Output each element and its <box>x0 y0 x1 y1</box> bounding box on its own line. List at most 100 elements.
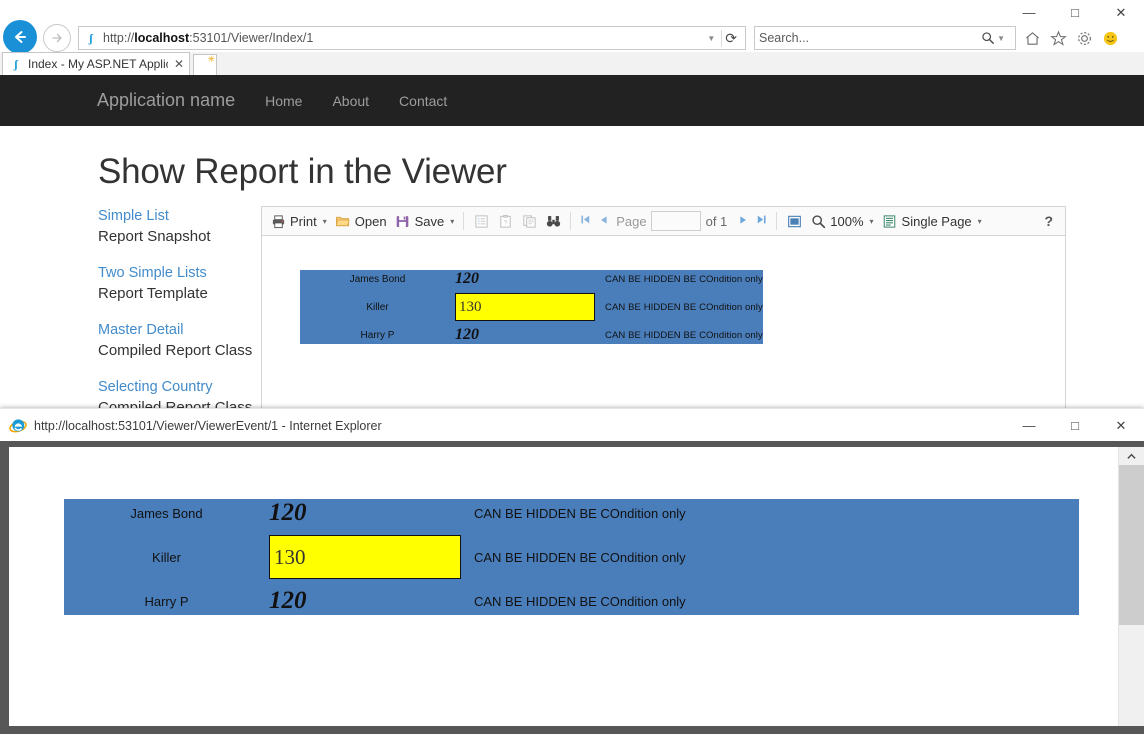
save-button[interactable]: Save ▾ <box>391 210 459 232</box>
first-page-button[interactable] <box>576 213 595 229</box>
sidebar-sub-master-detail: Compiled Report Class <box>98 342 253 359</box>
report-cell-note: CAN BE HIDDEN BE COndition only <box>605 329 763 341</box>
scroll-up-button[interactable] <box>1119 447 1144 465</box>
popup-close-button[interactable]: ✕ <box>1098 409 1144 442</box>
minimize-button[interactable]: — <box>1006 0 1052 24</box>
print-button[interactable]: Print ▾ <box>266 210 331 232</box>
document-map-icon <box>473 213 489 229</box>
report-cell-name: Harry P <box>360 329 395 341</box>
single-page-icon <box>882 213 898 229</box>
forward-button[interactable] <box>43 24 71 52</box>
new-tab-button[interactable] <box>193 54 218 75</box>
search-input[interactable]: Search... <box>759 31 981 45</box>
browser-tab-strip: ʃ Index - My ASP.NET Applic... ✕ <box>0 52 1144 76</box>
report-canvas: James Bond 120 CAN BE HIDDEN BE COnditio… <box>261 236 1066 416</box>
report-cell-note: CAN BE HIDDEN BE COndition only <box>605 273 763 285</box>
report-cell-value-highlighted: 130 <box>455 288 605 326</box>
view-mode-dropdown-icon[interactable]: ▾ <box>978 217 982 226</box>
gear-icon[interactable] <box>1075 29 1094 48</box>
refresh-report-button[interactable] <box>517 210 541 232</box>
report-cell-value-highlighted: 130 <box>269 527 474 587</box>
tab-close-icon[interactable]: ✕ <box>174 57 184 71</box>
table-row: Harry P 120 CAN BE HIDDEN BE COndition o… <box>300 326 763 344</box>
tab-logo-glyph: ʃ <box>9 57 23 71</box>
smiley-icon[interactable] <box>1101 29 1120 48</box>
popup-window-frame: James Bond 120 CAN BE HIDDEN BE COnditio… <box>0 441 1144 734</box>
address-favicon-icon: ʃ <box>83 30 99 46</box>
search-icon[interactable] <box>981 31 995 45</box>
popup-report-content: James Bond 120 CAN BE HIDDEN BE COnditio… <box>9 447 1144 615</box>
report-cell-note: CAN BE HIDDEN BE COndition only <box>605 301 763 313</box>
zoom-level-label: 100% <box>830 213 864 229</box>
sidebar-link-master-detail[interactable]: Master Detail <box>98 320 261 340</box>
sidebar: Simple List Report Snapshot Two Simple L… <box>98 206 261 434</box>
toolbar-divider <box>463 212 465 230</box>
parameters-button[interactable]: ? <box>493 210 517 232</box>
nav-link-contact[interactable]: Contact <box>399 93 447 109</box>
address-bar[interactable]: ʃ http://localhost:53101/Viewer/Index/1 … <box>78 26 746 50</box>
browser-command-bar <box>1023 29 1120 48</box>
report-cell-note: CAN BE HIDDEN BE COndition only <box>474 505 686 521</box>
sidebar-link-simple-list[interactable]: Simple List <box>98 206 261 226</box>
refresh-copy-icon <box>521 213 537 229</box>
browser-address-row: ʃ http://localhost:53101/Viewer/Index/1 … <box>0 20 1144 54</box>
popup-minimize-button[interactable]: — <box>1006 409 1052 442</box>
window-controls: — □ ✕ <box>1006 0 1144 24</box>
zoom-button[interactable]: 100% ▾ <box>806 210 877 232</box>
home-icon[interactable] <box>1023 29 1042 48</box>
popup-maximize-button[interactable]: □ <box>1052 409 1098 442</box>
help-button[interactable]: ? <box>1044 213 1061 229</box>
navbar-brand[interactable]: Application name <box>97 90 235 111</box>
floppy-disk-icon <box>395 213 411 229</box>
back-button[interactable] <box>3 20 37 54</box>
save-label: Save <box>414 213 445 229</box>
nav-link-home[interactable]: Home <box>265 93 302 109</box>
nav-link-about[interactable]: About <box>332 93 369 109</box>
zoom-dropdown-icon[interactable]: ▾ <box>870 217 874 226</box>
previous-page-button[interactable] <box>595 214 613 229</box>
next-page-button[interactable] <box>734 214 752 229</box>
report-cell-value: 120 <box>455 270 479 287</box>
popup-title-bar[interactable]: http://localhost:53101/Viewer/ViewerEven… <box>0 408 1144 442</box>
view-mode-button[interactable]: Single Page ▾ <box>878 210 986 232</box>
print-dropdown-icon[interactable]: ▾ <box>323 217 327 226</box>
report-cell-note: CAN BE HIDDEN BE COndition only <box>474 549 686 565</box>
last-page-button[interactable] <box>752 213 771 229</box>
find-button[interactable] <box>541 210 565 232</box>
url-path: :53101/Viewer/Index/1 <box>189 31 314 45</box>
popup-vertical-scrollbar[interactable] <box>1118 447 1144 726</box>
svg-text:?: ? <box>503 219 507 226</box>
tab-title: Index - My ASP.NET Applic... <box>28 57 168 71</box>
open-button[interactable]: Open <box>331 210 391 232</box>
highlighted-value: 130 <box>269 535 461 579</box>
search-bar[interactable]: Search... ▼ <box>754 26 1016 50</box>
save-dropdown-icon[interactable]: ▾ <box>450 217 454 226</box>
sidebar-sub-simple-list: Report Snapshot <box>98 228 211 245</box>
printer-icon <box>270 213 286 229</box>
browser-tab[interactable]: ʃ Index - My ASP.NET Applic... ✕ <box>2 52 191 75</box>
parameters-icon: ? <box>497 213 513 229</box>
search-dropdown-icon[interactable]: ▼ <box>995 34 1011 43</box>
report-cell-name: Harry P <box>144 593 189 609</box>
report-cell-name: James Bond <box>130 505 203 521</box>
table-row: James Bond 120 CAN BE HIDDEN BE COnditio… <box>300 270 763 288</box>
page-number-input[interactable] <box>650 211 701 231</box>
favorites-icon[interactable] <box>1049 29 1068 48</box>
address-url-text: http://localhost:53101/Viewer/Index/1 <box>103 31 705 45</box>
popup-document-area: James Bond 120 CAN BE HIDDEN BE COnditio… <box>9 447 1144 726</box>
sidebar-sub-two-simple-lists: Report Template <box>98 285 208 302</box>
maximize-button[interactable]: □ <box>1052 0 1098 24</box>
highlighted-value: 130 <box>455 293 595 321</box>
sidebar-link-two-simple-lists[interactable]: Two Simple Lists <box>98 263 261 283</box>
document-map-button[interactable] <box>469 210 493 232</box>
page-view-button[interactable] <box>782 210 806 232</box>
toolbar-divider-3 <box>776 212 778 230</box>
report-cell-value: 120 <box>455 326 479 343</box>
sidebar-link-selecting-country[interactable]: Selecting Country <box>98 377 261 397</box>
report-cell-name: James Bond <box>349 273 406 285</box>
close-button[interactable]: ✕ <box>1098 0 1144 24</box>
sidebar-group-master-detail: Master Detail Compiled Report Class <box>98 320 261 361</box>
scrollbar-thumb[interactable] <box>1119 465 1144 625</box>
refresh-icon[interactable]: ⟳ <box>721 29 743 47</box>
address-dropdown-icon[interactable]: ▼ <box>705 34 721 43</box>
